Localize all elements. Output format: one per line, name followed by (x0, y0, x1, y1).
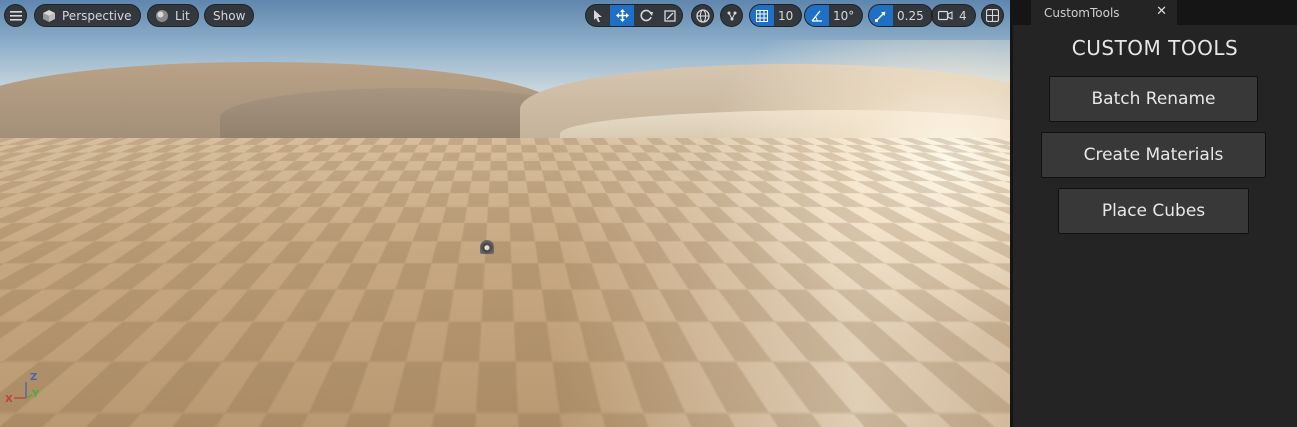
tab-label: CustomTools (1044, 5, 1120, 20)
axis-z-label: Z (30, 372, 38, 383)
hamburger-icon (9, 10, 22, 21)
perspective-button[interactable]: Perspective (34, 4, 141, 27)
camera-icon (938, 10, 953, 21)
camera-speed-button[interactable]: 4 (931, 4, 976, 27)
move-arrows-icon (615, 9, 629, 22)
layout-grid-icon (986, 9, 999, 22)
scale-tool-button[interactable] (658, 5, 682, 26)
grid-snap-toggle[interactable] (750, 5, 774, 26)
scale-snap-group: 0.25 (868, 4, 933, 27)
tab-custom-tools[interactable]: CustomTools ✕ (1031, 0, 1177, 25)
camera-speed-value: 4 (959, 8, 967, 23)
cursor-icon (594, 9, 602, 22)
translate-tool-button[interactable] (610, 5, 634, 26)
axis-y-label: Y (32, 389, 40, 400)
viewport-menu-button[interactable] (4, 4, 27, 27)
show-label: Show (213, 8, 246, 23)
show-button[interactable]: Show (204, 4, 255, 27)
grid-snap-value[interactable]: 10 (774, 5, 801, 26)
sun-glow (700, 40, 1010, 340)
axis-gizmo: X Z Y (4, 370, 44, 410)
cube-icon (43, 9, 55, 22)
scale-snap-toggle[interactable] (869, 5, 893, 26)
panel-tab-bar: CustomTools ✕ (1013, 0, 1297, 25)
panel-title: CUSTOM TOOLS (1071, 36, 1239, 60)
surface-snap-icon (727, 11, 736, 20)
perspective-label: Perspective (62, 8, 132, 23)
viewport-toolbar-left (4, 4, 27, 27)
rotation-snap-group: 10° (804, 4, 864, 27)
scale-snap-value[interactable]: 0.25 (893, 5, 932, 26)
create-materials-button[interactable]: Create Materials (1041, 132, 1266, 178)
viewport-layout-button[interactable] (981, 4, 1004, 27)
lit-sphere-icon (156, 9, 168, 22)
transform-tool-group (585, 4, 683, 27)
scale-icon (664, 9, 676, 22)
lit-button[interactable]: Lit (147, 4, 199, 27)
rotate-icon (639, 9, 653, 22)
grid-icon (756, 9, 768, 22)
angle-icon (811, 10, 822, 22)
rotate-tool-button[interactable] (634, 5, 658, 26)
surface-snap-button[interactable] (720, 4, 743, 27)
rotation-snap-toggle[interactable] (805, 5, 829, 26)
lit-label: Lit (175, 8, 190, 23)
globe-icon (695, 8, 710, 23)
close-icon[interactable]: ✕ (1156, 4, 1167, 19)
grid-snap-group: 10 (749, 4, 803, 27)
scale-arrow-icon (875, 11, 886, 22)
world-local-toggle[interactable] (691, 4, 714, 27)
select-tool-button[interactable] (586, 5, 610, 26)
rotation-snap-value[interactable]: 10° (829, 5, 862, 26)
level-viewport[interactable]: Perspective Lit Show 10 10° 0.25 4 X Z Y (0, 0, 1010, 427)
batch-rename-button[interactable]: Batch Rename (1049, 76, 1258, 122)
custom-tools-panel: CustomTools ✕ CUSTOM TOOLS Batch Rename … (1010, 0, 1297, 427)
sphere-reflection-capture-icon[interactable] (480, 240, 494, 254)
place-cubes-button[interactable]: Place Cubes (1058, 188, 1249, 234)
axis-x-label: X (5, 394, 13, 405)
